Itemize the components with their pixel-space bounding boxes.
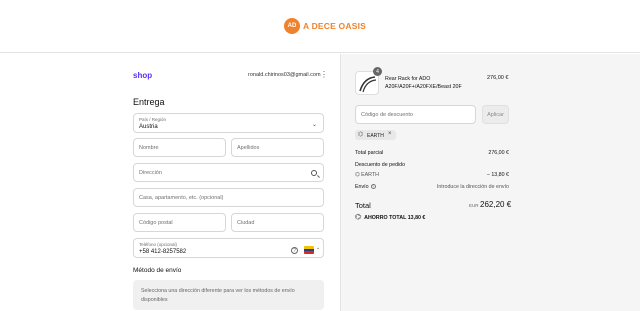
tag-icon: ⌬ (355, 172, 360, 178)
more-options-icon[interactable]: ⋮ (320, 70, 328, 79)
subtotal-row: Total parcial 276,00 € (355, 150, 509, 156)
search-icon (311, 170, 317, 176)
subtotal-label: Total parcial (355, 150, 384, 156)
city-field[interactable]: Ciudad (231, 213, 324, 232)
chevron-down-icon: ⌄ (311, 122, 317, 128)
address-placeholder: Dirección (139, 170, 162, 176)
last-name-field[interactable]: Apellidos (231, 138, 324, 157)
apartment-placeholder: Casa, apartamento, etc. (opcional) (139, 195, 224, 201)
applied-code-text: EARTH (367, 132, 384, 139)
first-name-placeholder: Nombre (139, 145, 159, 151)
city-placeholder: Ciudad (237, 220, 255, 226)
tag-icon: ⌬ (355, 214, 362, 221)
product-price: 276,00 € (487, 75, 509, 81)
discount-value: − 13,80 € (486, 172, 509, 178)
address-field[interactable]: Dirección (133, 163, 324, 182)
apply-button[interactable]: Aplicar (482, 105, 509, 124)
shipping-row: Envío? Introduce la dirección de envío (355, 184, 509, 190)
last-name-placeholder: Apellidos (237, 145, 260, 151)
logo-text: A DECE OASIS (303, 21, 367, 31)
subtotal-value: 276,00 € (488, 150, 509, 156)
shop-pay-label: shop (133, 71, 153, 80)
info-icon[interactable]: ? (370, 184, 376, 190)
saving-value: 13,80 € (407, 215, 426, 221)
discount-code-name: EARTH (361, 172, 379, 178)
shipping-notice-text: Selecciona una dirección diferente para … (141, 288, 295, 303)
order-discount-label: Descuento de pedido (355, 162, 406, 168)
applied-code-chip: ⌬ EARTH × (355, 130, 396, 140)
top-header: AD A DECE OASIS (0, 0, 640, 53)
shipping-method-heading: Método de envío (133, 267, 182, 274)
shipping-label: Envío (355, 184, 369, 190)
phone-value: +58 412-8257582 (139, 249, 187, 255)
checkout-form-panel: shop ronald.chirinos03@gmail.com ⋮ Entre… (0, 54, 340, 311)
delivery-heading: Entrega (133, 97, 165, 107)
chevron-down-icon: ⌄ (316, 245, 321, 251)
logo-mark: AD (284, 18, 300, 34)
total-value: 262,20 € (480, 200, 512, 209)
order-summary-panel: 4 Rear Rack for ADO A20F/A20F+/A20FXE/Be… (340, 54, 640, 311)
postal-code-placeholder: Código postal (139, 220, 173, 226)
remove-code-icon[interactable]: × (388, 131, 392, 137)
first-name-field[interactable]: Nombre (133, 138, 226, 157)
shipping-notice: Selecciona una dirección diferente para … (133, 280, 324, 310)
country-select[interactable]: País / Región Austria ⌄ (133, 113, 324, 133)
quantity-badge: 4 (373, 67, 382, 76)
account-email: ronald.chirinos03@gmail.com (248, 72, 321, 78)
country-value: Austria (139, 124, 158, 130)
phone-label: Teléfono (opcional) (139, 242, 178, 247)
apartment-field[interactable]: Casa, apartamento, etc. (opcional) (133, 188, 324, 207)
order-discount-row: Descuento de pedido (355, 162, 509, 168)
postal-code-field[interactable]: Código postal (133, 213, 226, 232)
total-label: Total (355, 201, 371, 210)
product-name: Rear Rack for ADO A20F/A20F+/A20FXE/Beas… (385, 76, 462, 90)
help-icon[interactable]: ? (291, 247, 298, 254)
total-saving: ⌬ AHORRO TOTAL 13,80 € (355, 213, 425, 221)
saving-label: AHORRO TOTAL (364, 215, 407, 221)
phone-field[interactable]: Teléfono (opcional) +58 412-8257582 ? ⌄ (133, 238, 324, 258)
discount-code-input[interactable]: Código de descuento (355, 105, 476, 124)
discount-code-row: ⌬ EARTH − 13,80 € (355, 172, 509, 178)
venezuela-flag-icon[interactable] (304, 246, 314, 254)
store-logo[interactable]: AD A DECE OASIS (284, 18, 366, 34)
country-label: País / Región (139, 117, 167, 122)
shipping-value: Introduce la dirección de envío (436, 184, 509, 190)
total-currency: EUR (469, 203, 479, 208)
discount-code-placeholder: Código de descuento (361, 112, 413, 118)
tag-icon: ⌬ (358, 132, 364, 138)
